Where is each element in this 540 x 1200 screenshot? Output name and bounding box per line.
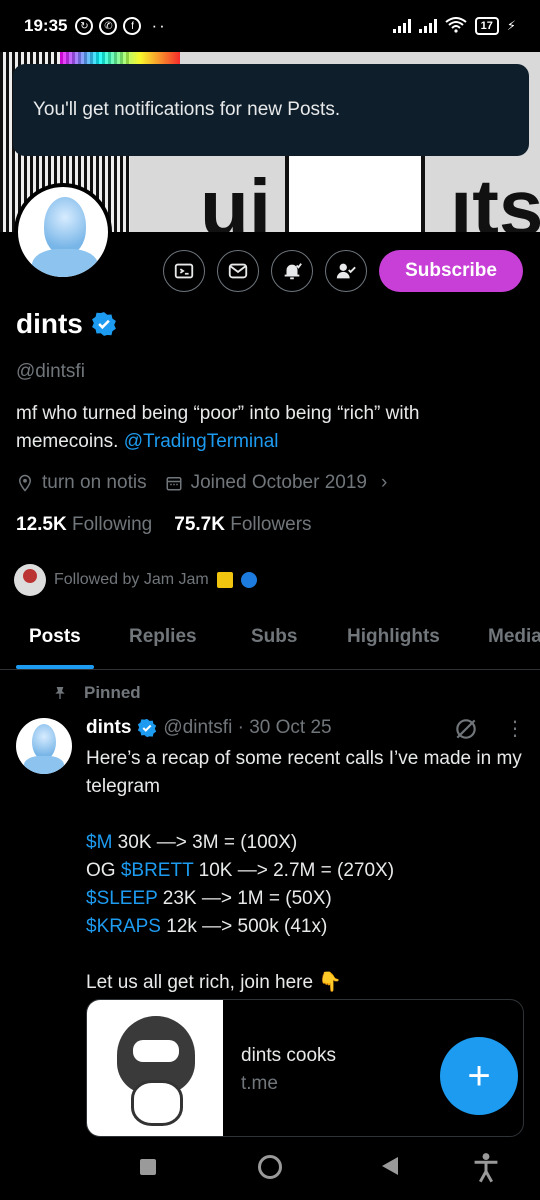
globe-icon [240, 572, 257, 588]
signal-icon-2 [418, 19, 437, 33]
status-time: 19:35 [24, 16, 68, 35]
post-outro: Let us all get rich, join here 👇 [86, 972, 343, 993]
notifications-on-icon [284, 263, 302, 280]
pin-icon [55, 687, 65, 699]
profile-meta: turn on notis Joined October 2019 › [16, 472, 387, 494]
followers-stat[interactable]: 75.7K Followers [174, 514, 311, 536]
call-detail: 10K —> 2.7M = (270X) [193, 860, 395, 881]
chevron-right-icon[interactable]: › [381, 472, 387, 494]
profile-location: turn on notis [42, 472, 147, 493]
notification-toast: You'll get notifications for new Posts. [13, 64, 529, 156]
compose-post-button[interactable]: + [440, 1037, 518, 1115]
profile-avatar[interactable] [14, 183, 112, 281]
system-navigation-bar [0, 1140, 540, 1200]
call-detail: 30K —> 3M = (100X) [112, 832, 298, 853]
grok-icon [174, 263, 194, 279]
profile-handle: @dintsfi [16, 361, 85, 382]
banner-mascot-frame [285, 148, 425, 232]
following-icon [336, 263, 356, 279]
call-prefix: OG [86, 860, 121, 881]
call-line: $M 30K —> 3M = (100X) [86, 829, 526, 857]
cashtag-link[interactable]: $SLEEP [86, 888, 157, 909]
verified-badge-icon[interactable] [91, 311, 117, 337]
profile-name: dints [16, 308, 83, 339]
signal-icon [392, 19, 411, 33]
pinned-label-row: Pinned [52, 683, 141, 703]
more-options-icon[interactable]: ⋮ [505, 716, 525, 741]
facebook-icon: f [123, 17, 142, 35]
profile-stats: 12.5K Following 75.7K Followers [16, 514, 312, 536]
banner-art-left: ui [200, 163, 272, 232]
following-label: Following [71, 514, 153, 535]
post-author-avatar[interactable] [16, 718, 72, 774]
back-icon[interactable] [382, 1157, 398, 1175]
profile-joined: Joined October 2019 [190, 472, 367, 493]
following-count: 12.5K [16, 514, 67, 535]
mascot-belly [131, 1080, 183, 1126]
followed-by-text: Followed by Jam Jam [54, 571, 209, 588]
calendar-icon [166, 477, 182, 491]
cashtag-link[interactable]: $BRETT [121, 860, 194, 881]
post-handle-date: @dintsfi · 30 Oct 25 [163, 717, 332, 738]
following-stat[interactable]: 12.5K Following [16, 514, 152, 536]
followers-count: 75.7K [174, 514, 225, 535]
home-icon[interactable] [258, 1155, 282, 1179]
whatsapp-icon: ✆ [99, 17, 118, 35]
post-text: Here’s a recap of some recent calls I’ve… [86, 745, 526, 997]
accessibility-icon[interactable] [472, 1152, 500, 1184]
post-avatar-body [24, 756, 64, 774]
more-notifications-icon: ·· [151, 16, 167, 35]
post-author-name[interactable]: dints [86, 717, 131, 739]
following-button[interactable] [325, 250, 367, 292]
tab-subs[interactable]: Subs [251, 626, 297, 648]
pinned-label: Pinned [84, 683, 141, 702]
tab-media[interactable]: Media [488, 626, 540, 648]
grok-button[interactable] [163, 250, 205, 292]
call-line: $KRAPS 12k —> 500k (41x) [86, 913, 526, 941]
message-icon [228, 263, 248, 279]
wifi-icon [444, 16, 467, 36]
followers-label: Followers [230, 514, 312, 535]
toast-message: You'll get notifications for new Posts. [33, 99, 341, 120]
post-avatar-face [32, 724, 56, 760]
active-tab-indicator [16, 665, 94, 669]
call-line: OG $BRETT 10K —> 2.7M = (270X) [86, 857, 526, 885]
avatar-body [32, 249, 98, 277]
battery-indicator: 17 [474, 17, 499, 35]
avatar-face [44, 197, 86, 255]
followed-by-row[interactable]: Followed by Jam Jam [14, 564, 257, 596]
profile-name-row: dints [16, 308, 117, 340]
verified-badge-icon-small [138, 718, 157, 738]
profile-tabs: Posts Replies Subs Highlights Media [0, 610, 540, 670]
charging-icon: ⚡ [506, 18, 516, 33]
call-detail: 23K —> 1M = (50X) [157, 888, 332, 909]
status-right: 17 ⚡ [392, 16, 516, 36]
subscribe-button[interactable]: Subscribe [379, 250, 523, 292]
mascot-eyes [133, 1040, 179, 1062]
cashtag-link[interactable]: $M [86, 832, 112, 853]
recents-icon[interactable] [140, 1159, 156, 1175]
tab-highlights[interactable]: Highlights [347, 626, 440, 648]
profile-bio: mf who turned being “poor” into being “r… [16, 400, 516, 456]
call-detail: 12k —> 500k (41x) [160, 916, 328, 937]
tab-posts[interactable]: Posts [29, 626, 81, 648]
status-bar: 19:35 ↻ ✆ f ·· 17 ⚡ [0, 0, 540, 52]
tab-replies[interactable]: Replies [129, 626, 197, 648]
message-button[interactable] [217, 250, 259, 292]
follower-avatar [14, 564, 46, 596]
grok-explain-icon[interactable] [453, 716, 479, 742]
link-preview-domain: t.me [241, 1073, 278, 1094]
link-preview-title: dints cooks [241, 1045, 337, 1066]
joker-card-icon [216, 572, 233, 588]
location-icon [18, 474, 32, 492]
post-header: dints @dintsfi · 30 Oct 25 [86, 717, 332, 739]
cashtag-link[interactable]: $KRAPS [86, 916, 161, 937]
sync-icon: ↻ [75, 17, 94, 35]
bio-mention-link[interactable]: @TradingTerminal [124, 431, 279, 452]
banner-art-right: ıts [450, 163, 540, 232]
post-intro: Here’s a recap of some recent calls I’ve… [86, 748, 522, 797]
call-line: $SLEEP 23K —> 1M = (50X) [86, 885, 526, 913]
notifications-button[interactable] [271, 250, 313, 292]
link-preview-image [87, 1000, 223, 1136]
